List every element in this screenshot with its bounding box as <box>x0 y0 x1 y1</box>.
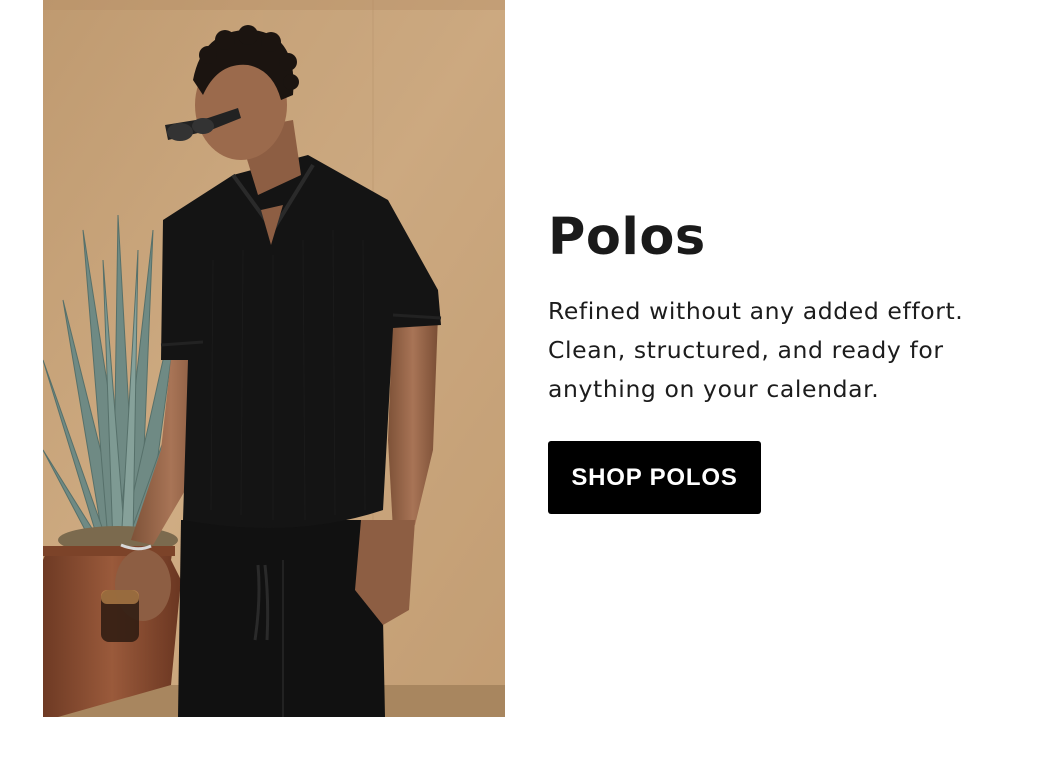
section-description: Refined without any added effort. Clean,… <box>548 297 964 403</box>
product-photo <box>43 0 505 717</box>
shop-polos-button[interactable]: SHOP POLOS <box>548 441 761 514</box>
black-pants <box>178 520 385 717</box>
product-copy: Polos Refined without any added effort. … <box>548 206 1008 514</box>
section-title: Polos <box>548 208 706 267</box>
man-in-black-polo-illustration <box>43 0 505 717</box>
